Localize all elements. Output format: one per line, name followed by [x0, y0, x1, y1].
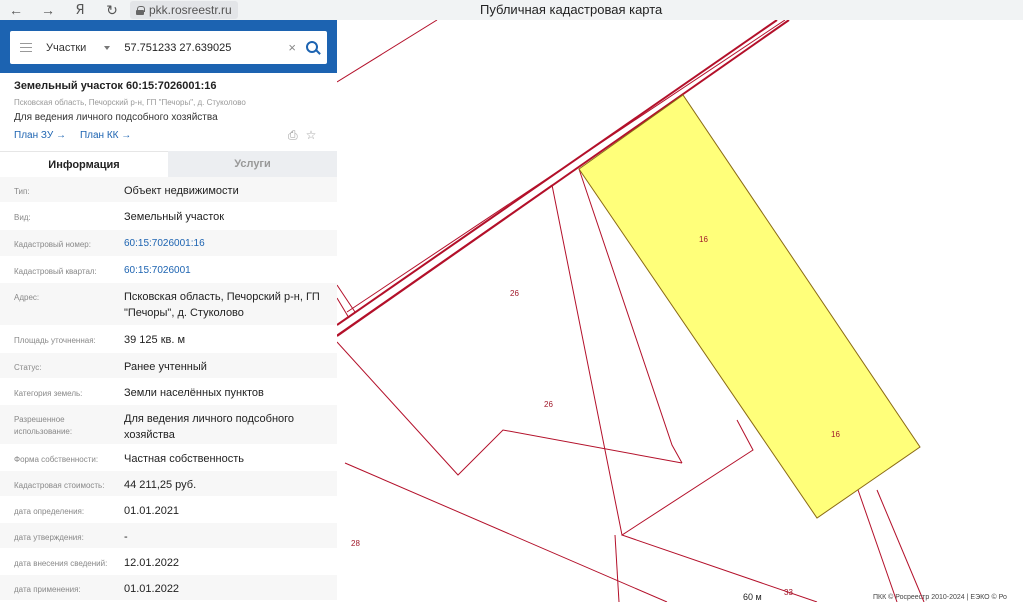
table-row: дата утверждения: -	[0, 523, 337, 549]
parcel-label: 16	[831, 430, 840, 439]
boundary-line	[344, 462, 668, 602]
search-input[interactable]: 57.751233 27.639025	[124, 42, 274, 54]
search-icon[interactable]	[305, 40, 320, 55]
menu-icon[interactable]	[20, 43, 32, 52]
address-bar[interactable]: pkk.rosreestr.ru	[130, 1, 238, 19]
print-icon[interactable]: ⎙	[288, 128, 298, 143]
row-key: Статус:	[14, 363, 42, 372]
table-row: Тип: Объект недвижимости	[0, 177, 337, 203]
table-row: Разрешенное использование: Для ведения ли…	[0, 405, 337, 445]
tab-information[interactable]: Информация	[0, 151, 168, 177]
boundary-line	[337, 20, 438, 83]
tab-services[interactable]: Услуги	[168, 151, 337, 177]
row-value: Земельный участок	[124, 211, 225, 223]
row-key: Кадастровый квартал:	[14, 267, 97, 276]
parcel-use: Для ведения личного подсобного хозяйства	[14, 112, 218, 123]
parcel-label: 28	[351, 539, 360, 548]
chevron-down-icon[interactable]	[104, 45, 111, 50]
row-key: Адрес:	[14, 293, 40, 302]
row-key: Тип:	[14, 187, 30, 196]
row-value: 44 211,25 руб.	[124, 479, 197, 491]
row-key: Площадь уточненная:	[14, 336, 96, 345]
back-arrow-icon[interactable]: ←	[6, 0, 26, 20]
parcel-actions: ⎙ ☆	[288, 128, 316, 143]
row-key: Вид:	[14, 213, 31, 222]
yandex-icon[interactable]: Я	[70, 0, 90, 20]
parcel-26-boundary	[337, 341, 683, 476]
table-row: Форма собственности: Частная собственност…	[0, 445, 337, 471]
row-value: -	[124, 531, 128, 543]
row-value: 01.01.2021	[124, 505, 180, 517]
boundary-line	[337, 284, 356, 313]
search-bar: Участки 57.751233 27.639025 ×	[0, 20, 337, 73]
url-text: pkk.rosreestr.ru	[149, 3, 232, 17]
scale-bar-label: 60 м	[743, 592, 762, 602]
table-row: Вид: Земельный участок	[0, 203, 337, 230]
attribute-table: Тип: Объект недвижимости Вид: Земельный уч…	[0, 177, 337, 601]
lock-icon	[136, 5, 145, 15]
row-value: Для ведения личного подсобного хозяйства	[124, 413, 295, 441]
table-row: Площадь уточненная: 39 125 кв. м	[0, 326, 337, 353]
row-value: 39 125 кв. м	[124, 334, 186, 346]
cadastral-number-link[interactable]: 60:15:7026001:16	[110, 230, 337, 256]
table-row: дата определения: 01.01.2021	[0, 497, 337, 523]
parcel-label: 33	[784, 588, 793, 597]
map-copyright: ПКК © Росреестр 2010-2024 | ЕЭКО © Ро	[873, 594, 1007, 601]
plan-kk-link[interactable]: План КК →	[80, 130, 131, 141]
reload-icon[interactable]: ↻	[102, 0, 122, 20]
row-value: Объект недвижимости	[124, 185, 239, 197]
search-box: Участки 57.751233 27.639025 ×	[10, 31, 327, 64]
parcel-title: Земельный участок 60:15:7026001:16	[14, 80, 217, 92]
table-row: Кадастровый квартал: 60:15:7026001	[0, 257, 337, 283]
row-value: Частная собственность	[124, 453, 245, 465]
row-key: Кадастровая стоимость:	[14, 481, 105, 490]
tab-bar: Информация Услуги	[0, 151, 337, 177]
row-key: Категория земель:	[14, 389, 83, 398]
row-key: дата утверждения:	[14, 533, 84, 542]
row-key: дата применения:	[14, 585, 81, 594]
row-key: дата определения:	[14, 507, 85, 516]
row-key: дата внесения сведений:	[14, 559, 108, 568]
row-key: Разрешенное использование:	[14, 415, 73, 436]
selected-parcel-16[interactable]	[578, 94, 921, 519]
row-value: 01.01.2022	[124, 583, 180, 595]
table-row: Адрес: Псковская область, Печорский р-н, …	[0, 283, 337, 326]
table-row: Кадастровый номер: 60:15:7026001:16	[0, 230, 337, 257]
boundary-line	[337, 184, 553, 336]
row-value: 12.01.2022	[124, 557, 180, 569]
cadastral-map[interactable]: 16 16 26 26 28 33 60 м ПКК © Росреестр 2…	[337, 20, 1023, 602]
boundary-line	[876, 489, 925, 602]
plan-zu-link[interactable]: План ЗУ →	[14, 130, 66, 141]
star-icon[interactable]: ☆	[306, 128, 317, 143]
row-value: Ранее учтенный	[124, 361, 207, 373]
cadastral-quarter-link[interactable]: 60:15:7026001	[110, 257, 337, 282]
table-row: дата применения: 01.01.2022	[0, 575, 337, 601]
parcel-label: 26	[510, 289, 519, 298]
parcel-address: Псковская область, Печорский р-н, ГП "Пе…	[14, 98, 246, 107]
row-key: Форма собственности:	[14, 455, 99, 464]
table-row: Статус: Ранее учтенный	[0, 353, 337, 379]
table-row: Категория земель: Земли населённых пункто…	[0, 379, 337, 405]
row-value: Псковская область, Печорский р-н, ГП "Пе…	[124, 291, 320, 319]
boundary-line	[856, 486, 898, 602]
plan-links: План ЗУ → План КК →	[14, 130, 131, 141]
page-title: Публичная кадастровая карта	[480, 2, 663, 17]
row-key: Кадастровый номер:	[14, 240, 91, 249]
parcel-boundaries	[337, 20, 925, 602]
parcel-label: 16	[699, 235, 708, 244]
table-row: дата внесения сведений: 12.01.2022	[0, 549, 337, 575]
row-value: Земли населённых пунктов	[124, 387, 264, 399]
table-row: Кадастровая стоимость: 44 211,25 руб.	[0, 471, 337, 497]
boundary-line	[614, 534, 620, 602]
parcel-label: 26	[544, 400, 553, 409]
forward-arrow-icon[interactable]: →	[38, 0, 58, 20]
layer-select[interactable]: Участки	[46, 42, 86, 54]
info-panel: Участки 57.751233 27.639025 × Земельный …	[0, 20, 337, 602]
clear-icon[interactable]: ×	[288, 40, 296, 55]
